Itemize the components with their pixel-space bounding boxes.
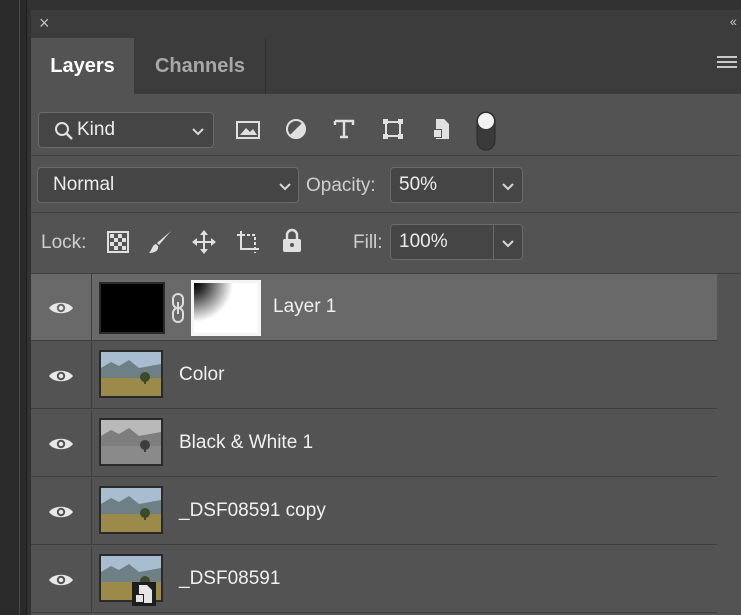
layer-thumbnail[interactable] <box>99 350 163 398</box>
visibility-toggle[interactable] <box>31 546 92 613</box>
search-icon <box>55 122 73 140</box>
eye-icon <box>49 438 73 450</box>
lock-image-pixels-icon[interactable] <box>147 229 173 255</box>
layer-name[interactable]: _DSF08591 copy <box>179 500 326 522</box>
type-filter-icon[interactable] <box>332 117 356 141</box>
panel-title-bar: × ‹‹ <box>31 10 741 39</box>
eye-icon <box>49 302 73 314</box>
visibility-toggle[interactable] <box>31 274 92 341</box>
tab-channels[interactable]: Channels <box>135 38 266 94</box>
lock-position-icon[interactable] <box>191 229 217 255</box>
chevron-down-icon <box>279 183 291 191</box>
blend-mode-value: Normal <box>53 174 115 195</box>
lock-label: Lock: <box>41 232 87 253</box>
eye-icon <box>49 574 73 586</box>
layer-name[interactable]: Color <box>179 364 224 386</box>
blend-mode-dropdown[interactable]: Normal <box>37 167 299 203</box>
panel-menu-icon[interactable] <box>717 56 737 72</box>
layer-mask-thumbnail[interactable] <box>191 280 261 336</box>
opacity-label: Opacity: <box>306 175 376 196</box>
landscape-thumbnail-icon <box>101 352 161 396</box>
tab-layers[interactable]: Layers <box>31 38 134 94</box>
chevron-down-icon <box>192 128 204 136</box>
opacity-slider-button[interactable] <box>493 167 523 203</box>
visibility-toggle[interactable] <box>31 478 92 545</box>
adjustment-filter-icon[interactable] <box>284 117 308 141</box>
link-icon[interactable] <box>170 292 186 324</box>
shape-filter-icon[interactable] <box>381 117 405 141</box>
fill-label: Fill: <box>353 232 383 253</box>
fill-slider-button[interactable] <box>493 224 523 260</box>
smart-object-filter-icon[interactable] <box>430 117 454 141</box>
layer-row[interactable]: Black & White 1 <box>31 410 717 477</box>
fill-input[interactable]: 100% <box>390 224 494 260</box>
chevron-down-icon <box>502 240 514 248</box>
divider <box>31 155 741 156</box>
lock-transparent-pixels-icon[interactable] <box>107 231 129 253</box>
collapse-panel-icon[interactable]: ‹‹ <box>730 13 737 29</box>
left-dock-strip <box>0 0 27 615</box>
layer-row[interactable]: Layer 1 <box>31 274 717 341</box>
layer-row[interactable]: _DSF08591 copy <box>31 478 717 545</box>
visibility-toggle[interactable] <box>31 410 92 477</box>
fill-value: 100% <box>399 231 448 252</box>
layer-name[interactable]: Layer 1 <box>273 296 336 318</box>
lock-artboard-icon[interactable] <box>235 229 263 255</box>
layer-name[interactable]: _DSF08591 <box>179 568 280 590</box>
image-filter-icon[interactable] <box>235 119 261 141</box>
panel-tabs: Layers Channels <box>31 38 741 94</box>
opacity-input[interactable]: 50% <box>390 167 494 203</box>
layer-row[interactable]: Color <box>31 342 717 409</box>
eye-icon <box>49 370 73 382</box>
close-panel-icon[interactable]: × <box>39 13 50 34</box>
layer-thumbnail[interactable] <box>99 486 163 534</box>
layer-thumbnail[interactable] <box>99 282 165 334</box>
layers-panel: × ‹‹ Layers Channels Kind Normal Opacity… <box>31 10 741 615</box>
visibility-toggle[interactable] <box>31 342 92 409</box>
opacity-value: 50% <box>399 174 438 195</box>
landscape-thumbnail-icon <box>101 420 161 464</box>
layer-row[interactable]: _DSF08591 <box>31 546 717 613</box>
chevron-down-icon <box>502 183 514 191</box>
filter-toggle-icon[interactable] <box>475 111 497 151</box>
layer-name[interactable]: Black & White 1 <box>179 432 313 454</box>
lock-all-icon[interactable] <box>281 228 303 254</box>
kind-filter-dropdown[interactable]: Kind <box>38 112 214 148</box>
divider <box>31 212 741 213</box>
landscape-thumbnail-icon <box>101 488 161 532</box>
smart-object-badge-icon <box>132 582 156 606</box>
layer-thumbnail[interactable] <box>99 418 163 466</box>
eye-icon <box>49 506 73 518</box>
kind-label: Kind <box>77 119 116 140</box>
